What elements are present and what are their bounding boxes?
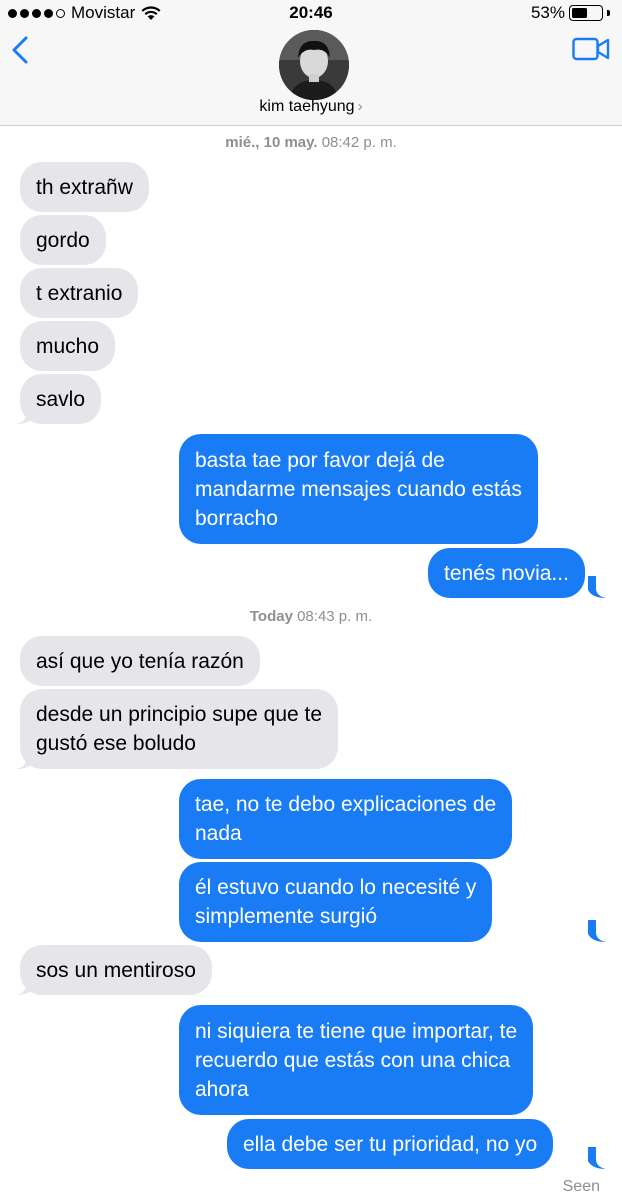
message-line: gordo (36, 228, 90, 252)
timestamp-time: 08:43 p. m. (297, 608, 373, 625)
message-bubble-outgoing[interactable]: basta tae por favor dejá de mandarme men… (179, 434, 538, 544)
battery-percent: 53% (530, 3, 565, 22)
message-bubble-incoming[interactable]: t extranio (20, 268, 139, 318)
message-bubble-incoming[interactable]: gordo (20, 215, 106, 265)
message-line: él estuvo cuando lo necesité y (195, 876, 477, 899)
bubble-tail-outgoing (588, 1147, 606, 1169)
clock: 20:46 (289, 3, 333, 22)
avatar-photo (279, 30, 349, 100)
message-bubble-incoming[interactable]: mucho (20, 321, 116, 371)
message-line: sos un mentiroso (36, 958, 196, 982)
bubble-tail-outgoing (588, 576, 606, 598)
bubble-tail-outgoing (588, 920, 606, 942)
message-line: basta tae por favor dejá de (195, 448, 445, 472)
battery-icon (569, 5, 603, 21)
message-line: tae, no te debo explicaciones de (195, 793, 497, 816)
status-bar: Movistar 20:46 53% (0, 0, 622, 26)
message-line: t extranio (36, 281, 123, 305)
chevron-left-icon[interactable] (8, 34, 34, 66)
message-line: borracho (195, 506, 278, 530)
message-line: ella debe ser tu prioridad, no yo (243, 1132, 538, 1156)
contact-name-label: kim taehyung (259, 98, 355, 115)
message-bubble-outgoing[interactable]: tae, no te debo explicaciones de nada (179, 779, 513, 859)
message-bubble-incoming[interactable]: th extrañw (20, 162, 149, 212)
message-line: th extrañw (36, 175, 133, 199)
message-bubble-incoming[interactable]: sos un mentiroso (20, 945, 212, 995)
message-line: mucho (36, 334, 100, 358)
read-receipt: Seen (562, 1178, 600, 1195)
message-bubble-outgoing[interactable]: él estuvo cuando lo necesité y simplemen… (179, 862, 493, 942)
timestamp-divider: mié., 10 may. 08:42 p. m. (0, 134, 622, 151)
bubble-tail-incoming (16, 747, 34, 769)
timestamp-divider: Today 08:43 p. m. (0, 608, 622, 625)
bubble-tail-incoming (16, 402, 34, 424)
message-line: ni siquiera te tiene que importar, te (195, 1019, 518, 1043)
timestamp-day: mié., 10 may. (225, 134, 318, 151)
message-line: recuerdo que estás con una chica (195, 1048, 511, 1072)
timestamp-day: Today (249, 608, 293, 625)
timestamp-time: 08:42 p. m. (321, 134, 397, 151)
message-line: mandarme mensajes cuando estás (195, 477, 522, 501)
battery-tip (607, 10, 610, 16)
message-line: nada (195, 822, 242, 845)
conversation-header: kim taehyung › (0, 26, 622, 126)
message-line: así que yo tenía razón (36, 649, 244, 673)
message-line: desde un principio supe que te (36, 703, 323, 726)
message-line: gustó ese boludo (36, 732, 196, 755)
chevron-right-icon: › (357, 98, 363, 115)
message-line: ahora (195, 1077, 249, 1101)
message-bubble-incoming[interactable]: así que yo tenía razón (20, 636, 260, 686)
video-camera-icon[interactable] (572, 36, 610, 62)
contact-name[interactable]: kim taehyung › (0, 98, 622, 116)
avatar[interactable] (279, 30, 349, 100)
message-line: simplemente surgió (195, 905, 378, 928)
message-bubble-outgoing[interactable]: ella debe ser tu prioridad, no yo (227, 1119, 554, 1169)
message-bubble-outgoing[interactable]: tenés novia... (428, 548, 585, 598)
message-line: savlo (36, 387, 86, 411)
message-bubble-outgoing[interactable]: ni siquiera te tiene que importar, te re… (179, 1005, 534, 1115)
battery-area: 53% (531, 3, 610, 23)
bubble-tail-incoming (16, 973, 34, 995)
message-line: tenés novia... (444, 561, 569, 585)
message-bubble-incoming[interactable]: desde un principio supe que te gustó ese… (20, 689, 339, 769)
